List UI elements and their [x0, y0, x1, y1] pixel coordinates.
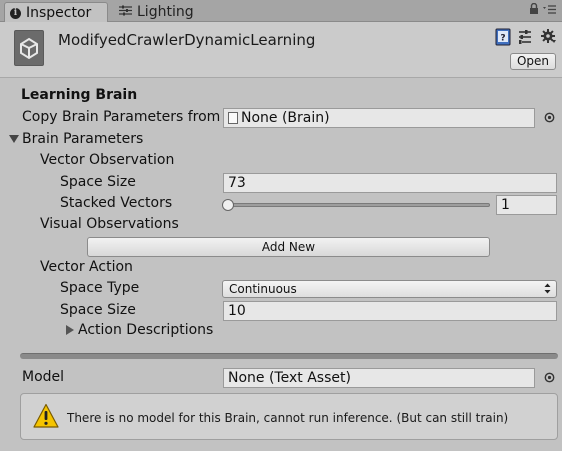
section-title: Learning Brain — [21, 87, 138, 103]
chevron-right-icon[interactable] — [66, 325, 74, 335]
add-new-button[interactable]: Add New — [87, 237, 490, 257]
info-icon: i — [10, 7, 21, 19]
copy-params-value: None (Brain) — [241, 110, 330, 126]
tab-bar: i Inspector Lighting — [0, 0, 562, 23]
unity-asset-icon — [14, 30, 44, 66]
document-icon — [228, 112, 238, 124]
space-size-input[interactable]: 73 — [223, 173, 557, 193]
tab-inspector[interactable]: i Inspector — [4, 2, 108, 23]
gear-icon[interactable] — [540, 28, 558, 46]
section-divider — [20, 353, 558, 359]
tab-lighting-label: Lighting — [137, 4, 194, 20]
brain-parameters-foldout[interactable]: Brain Parameters — [22, 131, 143, 147]
action-space-size-label: Space Size — [60, 302, 136, 318]
warning-helpbox: There is no model for this Brain, cannot… — [20, 393, 558, 440]
copy-params-label: Copy Brain Parameters from — [22, 109, 221, 125]
model-label: Model — [22, 369, 65, 385]
stacked-vectors-input[interactable]: 1 — [496, 195, 557, 215]
tab-controls — [529, 2, 556, 17]
action-descriptions-foldout[interactable]: Action Descriptions — [78, 322, 213, 338]
object-picker-icon[interactable] — [544, 112, 555, 127]
chevron-down-icon[interactable] — [9, 135, 19, 143]
dropdown-arrows-icon — [544, 283, 551, 300]
visual-observations-label: Visual Observations — [40, 216, 179, 232]
inspector-header: ModifyedCrawlerDynamicLearning ? Open — [0, 22, 562, 78]
stacked-vectors-slider-thumb[interactable] — [222, 199, 234, 211]
space-type-label: Space Type — [60, 280, 140, 296]
tab-lighting[interactable]: Lighting — [114, 2, 214, 22]
stacked-vectors-slider-track[interactable] — [226, 203, 490, 207]
copy-params-field[interactable]: None (Brain) — [223, 108, 535, 128]
space-type-value: Continuous — [229, 282, 297, 296]
model-field[interactable]: None (Text Asset) — [223, 368, 535, 388]
tab-inspector-label: Inspector — [26, 5, 92, 21]
stacked-vectors-label: Stacked Vectors — [60, 195, 173, 211]
action-space-size-input[interactable]: 10 — [223, 301, 557, 321]
warning-message: There is no model for this Brain, cannot… — [67, 411, 509, 425]
vector-action-label: Vector Action — [40, 259, 133, 275]
svg-text:?: ? — [500, 34, 505, 44]
preset-icon[interactable] — [517, 28, 535, 46]
menu-icon[interactable] — [543, 4, 556, 17]
warning-icon — [33, 403, 59, 433]
object-name: ModifyedCrawlerDynamicLearning — [58, 31, 316, 49]
vector-observation-label: Vector Observation — [40, 152, 175, 168]
lock-icon[interactable] — [529, 2, 539, 17]
open-button[interactable]: Open — [510, 53, 556, 70]
lighting-settings-icon — [119, 4, 132, 20]
help-book-icon[interactable]: ? — [495, 28, 513, 46]
space-size-label: Space Size — [60, 174, 136, 190]
model-picker-icon[interactable] — [544, 372, 555, 387]
space-type-dropdown[interactable]: Continuous — [222, 280, 557, 298]
